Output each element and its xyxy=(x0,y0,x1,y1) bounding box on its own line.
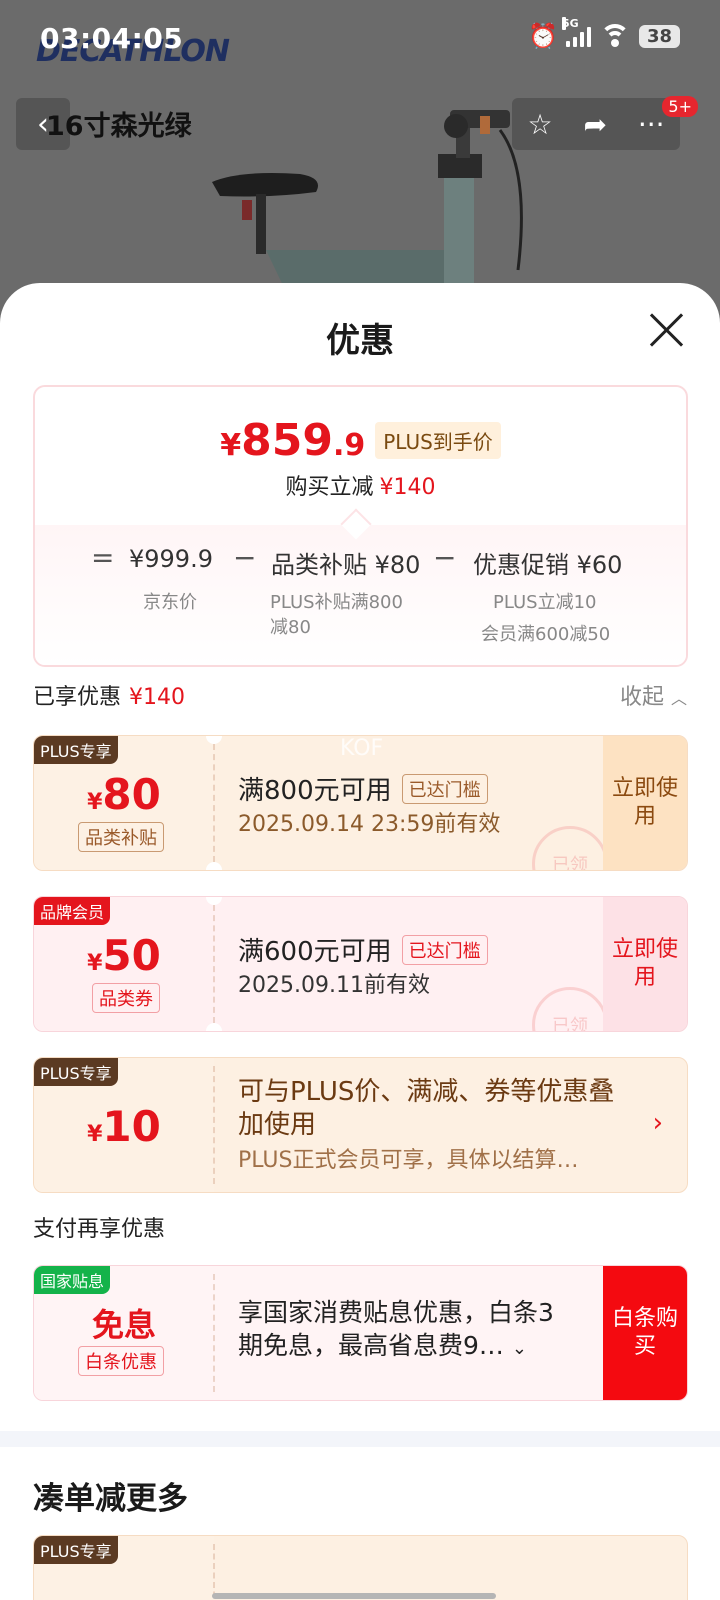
coupon-kind: 品类补贴 xyxy=(78,822,164,852)
enjoyed-amount: ¥140 xyxy=(129,685,186,710)
battery-icon: 38 xyxy=(638,24,680,48)
coupon-tag: PLUS专享 xyxy=(34,1058,118,1086)
baitiao-kind: 白条优惠 xyxy=(78,1346,164,1376)
coupon-amount: ¥10 xyxy=(87,1102,161,1151)
promotion: 优惠促销 ¥60 xyxy=(473,551,623,579)
pay-section-title: 支付再享优惠 xyxy=(33,1217,166,1242)
coupon-expiry: 2025.09.11前有效 xyxy=(238,973,430,998)
coupon-expiry: 2025.09.14 23:59前有效 xyxy=(238,812,501,837)
chevron-up-icon: ︿ xyxy=(670,689,687,708)
sheet-title: 优惠 xyxy=(326,321,394,361)
promo-note-1: PLUS立减10 xyxy=(493,592,597,613)
subsidy-note-1: PLUS补贴满800 xyxy=(270,592,403,613)
coupon-description: 可与PLUS价、满减、券等优惠叠加使用 xyxy=(238,1077,615,1140)
jd-price: ¥999.9 xyxy=(129,545,213,573)
interest-free-label: 免息 xyxy=(91,1306,156,1344)
enjoyed-label: 已享优惠 xyxy=(33,685,122,710)
coupon-tag: PLUS专享 xyxy=(34,736,118,764)
claimed-stamp: 已领 xyxy=(532,826,608,870)
product-title: 16寸森光绿 xyxy=(46,111,192,142)
promo-note-2: 会员满600减50 xyxy=(481,624,611,645)
coupon-amount: ¥80 xyxy=(87,770,161,819)
use-now-button[interactable]: 立即使用 xyxy=(603,897,687,1031)
coupon-condition: 满800元可用 已达门槛 xyxy=(238,770,488,807)
status-icons: ⏰ 5G 38 xyxy=(528,17,680,50)
baitiao-description[interactable]: 享国家消费贴息优惠，白条3期免息，最高省息费9… ⌄ xyxy=(238,1296,578,1365)
coupon-plus-discount[interactable]: PLUS专享 ¥10 可与PLUS价、满减、券等优惠叠加使用 PLUS正式会员可… xyxy=(33,1057,688,1193)
status-time: 03:04:05 xyxy=(40,22,184,55)
collapse-button[interactable]: 收起 ︿ xyxy=(620,679,687,711)
chevron-right-icon: › xyxy=(652,1108,663,1138)
final-price: ¥859.9 xyxy=(220,415,366,466)
category-subsidy: 品类补贴 ¥80 xyxy=(271,551,421,579)
cart-badge: 5+ xyxy=(662,96,698,117)
more-icon[interactable]: ··· xyxy=(638,108,665,141)
share-icon[interactable]: ➦ xyxy=(583,108,606,141)
threshold-reached-badge: 已达门槛 xyxy=(401,934,488,965)
status-bar: 03:04:05 ⏰ 5G 38 xyxy=(0,0,720,80)
star-icon[interactable]: ☆ xyxy=(527,108,552,141)
close-icon[interactable] xyxy=(648,311,684,347)
coupon-condition: 满600元可用 已达门槛 xyxy=(238,931,488,968)
buy-off-line: 购买立减 ¥140 xyxy=(285,475,436,500)
use-now-button[interactable]: 立即使用 xyxy=(603,736,687,870)
baitiao-buy-button[interactable]: 白条购买 xyxy=(603,1266,687,1400)
network-label: 5G xyxy=(561,17,579,30)
signal-icon: 5G xyxy=(561,17,591,47)
baitiao-interest-free: 国家贴息 免息 白条优惠 享国家消费贴息优惠，白条3期免息，最高省息费9… ⌄ … xyxy=(33,1265,688,1401)
price-formula: = ¥999.9 − 品类补贴 ¥80 − 优惠促销 ¥60 xyxy=(91,541,623,579)
home-indicator xyxy=(212,1593,496,1599)
watermark-text: KOF xyxy=(340,736,384,761)
coupon-tag: 品牌会员 xyxy=(34,897,111,925)
final-price-row: ¥859.9 PLUS到手价 xyxy=(35,415,686,466)
claimed-stamp: 已领 xyxy=(532,987,608,1031)
subsidy-note-2: 减80 xyxy=(270,617,311,638)
chevron-down-icon: ⌄ xyxy=(511,1338,527,1359)
plus-price-tag: PLUS到手价 xyxy=(375,422,501,459)
coupon-brand-member: 品牌会员 ¥50 品类券 满600元可用 已达门槛 2025.09.11前有效 … xyxy=(33,896,688,1032)
discount-sheet: 优惠 ¥859.9 PLUS到手价 购买立减 ¥140 = ¥999.9 − 品类… xyxy=(0,283,720,1600)
bundle-more-title: 凑单减更多 xyxy=(33,1481,188,1517)
enjoyed-header: 已享优惠 ¥140 收起 ︿ xyxy=(33,679,687,711)
coupon-bundle-partial: PLUS专享 xyxy=(33,1535,688,1600)
coupon-plus-subsidy: PLUS专享 KOF ¥80 品类补贴 满800元可用 已达门槛 2025.09… xyxy=(33,735,688,871)
wifi-icon xyxy=(599,24,631,48)
gov-subsidy-tag: 国家贴息 xyxy=(34,1266,111,1294)
nav-actions: ☆ ➦ ··· xyxy=(512,98,680,150)
alarm-icon: ⏰ xyxy=(528,22,558,50)
jd-price-label: 京东价 xyxy=(143,592,197,613)
coupon-amount: ¥50 xyxy=(87,931,161,980)
price-summary-card: ¥859.9 PLUS到手价 购买立减 ¥140 = ¥999.9 − 品类补贴 … xyxy=(33,385,688,667)
threshold-reached-badge: 已达门槛 xyxy=(401,773,488,804)
coupon-note: PLUS正式会员可享，具体以结算… xyxy=(238,1148,579,1173)
coupon-tag: PLUS专享 xyxy=(34,1536,118,1564)
coupon-kind: 品类券 xyxy=(92,983,160,1013)
